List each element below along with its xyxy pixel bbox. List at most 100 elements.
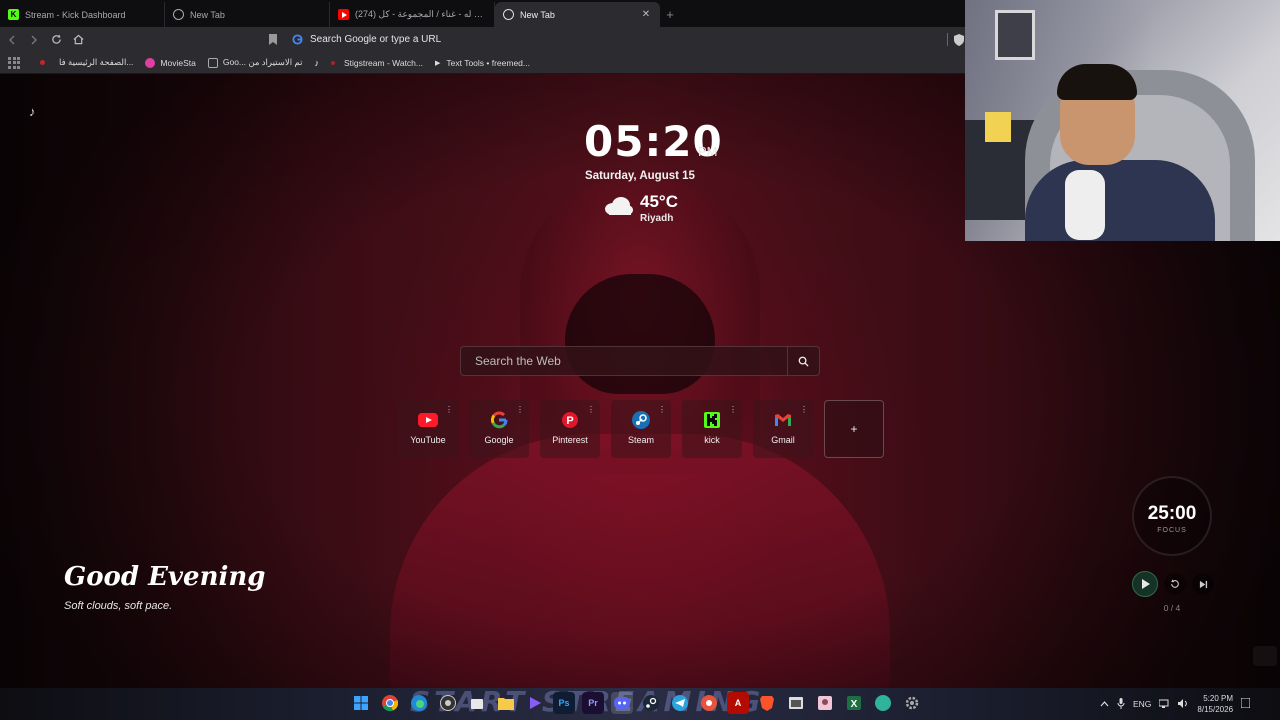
search-button[interactable] [787, 347, 819, 375]
tab-kick-dashboard[interactable]: K Stream - Kick Dashboard [0, 2, 165, 27]
shortcut-label: kick [704, 435, 720, 445]
plus-icon: + [850, 422, 858, 436]
bookmark-icon[interactable] [266, 33, 280, 47]
kick-icon [702, 410, 722, 430]
file-explorer-icon[interactable] [495, 692, 517, 714]
notifications-icon[interactable] [1240, 697, 1251, 710]
search-input[interactable] [461, 347, 787, 375]
webcam-overlay [965, 0, 1280, 241]
network-icon[interactable] [1158, 699, 1170, 710]
store-icon[interactable] [466, 692, 488, 714]
tab-new-tab-1[interactable]: New Tab [165, 2, 330, 27]
windows-start-icon[interactable] [350, 692, 372, 714]
bookmark-folder[interactable]: Goo... تم الاستيراد من [207, 57, 302, 68]
speaker-icon[interactable] [1178, 698, 1189, 710]
bookmark-item[interactable]: Stigstream - Watch... [330, 57, 423, 68]
add-shortcut-button[interactable]: + [824, 400, 884, 458]
google-g-icon [290, 33, 304, 47]
acrobat-icon[interactable]: A [727, 692, 749, 714]
bookmark-label: Text Tools • freemed... [446, 57, 530, 68]
shortcut-pinterest[interactable]: ⋮ P Pinterest [540, 400, 600, 458]
shortcut-label: YouTube [410, 435, 446, 445]
music-note-icon[interactable]: ♪ [29, 104, 36, 119]
streamlabs-icon[interactable] [698, 692, 720, 714]
taskbar-date: 8/15/2026 [1197, 705, 1234, 714]
bookmark-item[interactable]: الصفحة الرئيسية فا... [40, 57, 133, 68]
discord-icon[interactable] [611, 692, 633, 714]
pinterest-icon: P [560, 410, 580, 430]
webcam-person-body [1025, 160, 1215, 241]
extension-shield-icon[interactable] [954, 33, 965, 46]
pomodoro-reset-button[interactable] [1164, 573, 1186, 595]
play-icon [1141, 579, 1150, 589]
more-options-icon[interactable]: ⋮ [800, 406, 808, 414]
folder-icon [207, 57, 218, 68]
gmail-icon [773, 410, 793, 430]
shortcut-gmail[interactable]: ⋮ Gmail [753, 400, 813, 458]
more-options-icon[interactable]: ⋮ [587, 406, 595, 414]
play-icon: ▶ [435, 59, 441, 67]
pomodoro-play-button[interactable] [1132, 571, 1158, 597]
arrow-right-icon [31, 35, 37, 44]
stigstream-icon [330, 60, 335, 65]
webcam-window [995, 10, 1035, 60]
shortcut-google[interactable]: ⋮ Google [469, 400, 529, 458]
edge-icon[interactable] [408, 692, 430, 714]
more-options-icon[interactable]: ⋮ [729, 406, 737, 414]
chrome-icon[interactable] [379, 692, 401, 714]
more-options-icon[interactable]: ⋮ [445, 406, 453, 414]
address-bar[interactable]: Search Google or type a URL [266, 29, 956, 51]
photoshop-icon[interactable]: Ps [553, 692, 575, 714]
web-search-box [460, 346, 820, 376]
bookmark-item[interactable]: ▶ Text Tools • freemed... [435, 58, 530, 68]
apps-grid-icon[interactable] [8, 56, 20, 69]
home-button[interactable] [68, 30, 88, 50]
telegram-icon[interactable] [669, 692, 691, 714]
premiere-icon[interactable]: Pr [582, 692, 604, 714]
steam-taskbar-icon[interactable] [640, 692, 662, 714]
browser-toolbar: Search Google or type a URL [0, 27, 965, 52]
app-window-icon[interactable] [785, 692, 807, 714]
pomodoro-session-count: 0 / 4 [1163, 603, 1181, 613]
shortcut-kick[interactable]: ⋮ kick [682, 400, 742, 458]
chevron-up-icon[interactable] [1100, 699, 1109, 709]
taskbar-clock[interactable]: 5:20 PM 8/15/2026 [1197, 693, 1233, 715]
close-tab-icon[interactable]: ✕ [640, 9, 652, 20]
back-button[interactable] [2, 30, 22, 50]
excel-icon[interactable]: X [843, 692, 865, 714]
shortcut-youtube[interactable]: ⋮ YouTube [398, 400, 458, 458]
youtube-icon [418, 410, 438, 430]
more-options-icon[interactable]: ⋮ [516, 406, 524, 414]
reload-button[interactable] [46, 30, 66, 50]
pomodoro-skip-button[interactable] [1192, 573, 1214, 595]
more-options-icon[interactable]: ⋮ [658, 406, 666, 414]
omnibox-placeholder: Search Google or type a URL [310, 34, 442, 45]
search-icon [798, 356, 809, 367]
newtab-logo-icon [173, 9, 184, 20]
bookmark-item[interactable]: MovieSta [145, 57, 196, 68]
tab-strip: K Stream - Kick Dashboard New Tab (274) … [0, 0, 965, 27]
settings-gear-icon[interactable] [901, 692, 923, 714]
network-app-icon[interactable] [872, 692, 894, 714]
microphone-icon[interactable] [1117, 697, 1125, 711]
cloud-icon [603, 196, 633, 216]
brave-icon[interactable] [756, 692, 778, 714]
bookmark-label: Stigstream - Watch... [343, 57, 423, 68]
language-indicator[interactable]: ENG [1133, 699, 1151, 709]
shortcut-label: Pinterest [552, 435, 588, 445]
weather-city: Riyadh [640, 213, 674, 224]
forward-button[interactable] [24, 30, 44, 50]
tab-new-tab-active[interactable]: New Tab ✕ [495, 2, 660, 27]
character-app-icon[interactable] [814, 692, 836, 714]
corner-widget-button[interactable] [1253, 646, 1277, 666]
media-player-icon[interactable] [524, 692, 546, 714]
clock-ampm: PM [698, 144, 718, 159]
bookmark-item[interactable]: ♪ [314, 58, 319, 68]
shortcut-steam[interactable]: ⋮ Steam [611, 400, 671, 458]
obs-icon[interactable] [437, 692, 459, 714]
tab-youtube[interactable]: (274) شومي له - غناء / المجموعة - كل... [330, 2, 495, 27]
system-tray: ENG 5:20 PM 8/15/2026 [1100, 688, 1251, 720]
reset-icon [1171, 579, 1179, 588]
google-icon [489, 410, 509, 430]
new-tab-button[interactable]: + [660, 2, 680, 27]
